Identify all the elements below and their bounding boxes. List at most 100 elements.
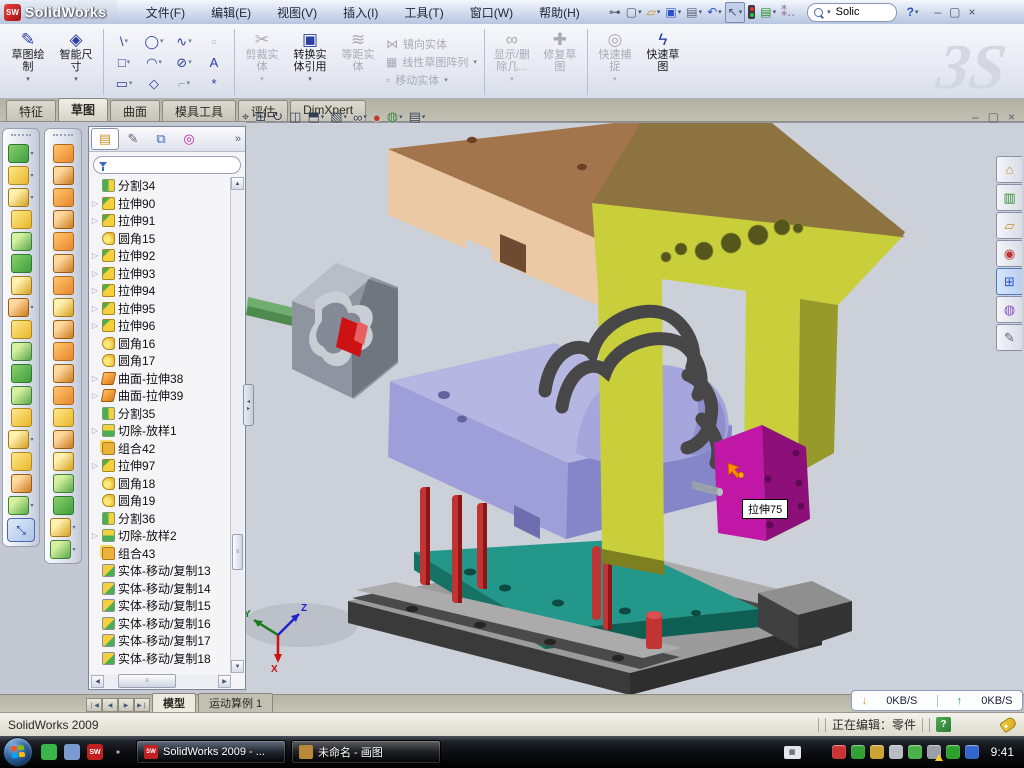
display-style-button[interactable]: ▧▾ <box>330 109 347 125</box>
tree-item[interactable]: 实体-移动/复制14 <box>91 580 231 598</box>
tree-item[interactable]: 分割36 <box>91 510 231 528</box>
first-tab-button[interactable]: ❘◀ <box>86 698 102 712</box>
new-document-button[interactable]: ▢▾ <box>624 3 644 22</box>
tree-item[interactable]: 实体-移动/复制15 <box>91 597 231 615</box>
model-tab-运动算例 1[interactable]: 运动算例 1 <box>198 693 273 712</box>
search-box[interactable]: ▾ <box>807 3 897 22</box>
display-delete-relations-button[interactable]: ∞显示/删除几...▾ <box>489 27 535 97</box>
featuremanager-tab[interactable]: ▤ <box>91 128 119 150</box>
part-core-insert[interactable] <box>246 263 398 399</box>
restore-button[interactable]: ▢ <box>949 5 960 19</box>
tree-item[interactable]: ▷切除-放样2 <box>91 527 231 545</box>
tree-item[interactable]: ▷拉伸96 <box>91 317 231 335</box>
expand-arrow-icon[interactable]: ▷ <box>91 251 99 260</box>
scroll-thumb[interactable]: ≡ <box>118 674 176 688</box>
lofted-surface-icon[interactable] <box>53 144 74 163</box>
appearances-scenes-tab[interactable]: ◍ <box>996 296 1022 323</box>
tree-item[interactable]: 实体-移动/复制16 <box>91 615 231 633</box>
box-select-button[interactable]: ▫ <box>199 31 229 52</box>
sketch-button[interactable]: ✎草图绘制▾ <box>5 27 51 97</box>
toolbox-button[interactable]: ⁑‥ <box>779 3 797 22</box>
spline-curve-icon[interactable] <box>8 496 29 515</box>
design-library-tab[interactable]: ▥ <box>996 184 1022 211</box>
reference-axis-icon[interactable] <box>11 474 32 493</box>
tag-icon[interactable] <box>999 716 1018 734</box>
undo-button[interactable]: ↶▾ <box>705 3 724 22</box>
doc-minimize-button[interactable]: – <box>972 110 979 124</box>
zoom-to-area-button[interactable]: ⊞ <box>255 109 266 125</box>
view-settings-button[interactable]: ▤▾ <box>409 109 426 125</box>
tree-item[interactable]: ▷曲面-拉伸39 <box>91 387 231 405</box>
menu-item[interactable]: 窗口(W) <box>457 0 526 24</box>
next-tab-button[interactable]: ▶ <box>118 698 134 712</box>
combine-bodies-icon[interactable] <box>11 386 32 405</box>
tree-item[interactable]: ▷拉伸95 <box>91 300 231 318</box>
menu-item[interactable]: 视图(V) <box>264 0 330 24</box>
model-tab-模型[interactable]: 模型 <box>152 693 196 712</box>
tree-item[interactable]: ▷拉伸92 <box>91 247 231 265</box>
trim-surface-icon[interactable] <box>53 188 74 207</box>
delete-face-icon[interactable] <box>53 342 74 361</box>
network-warning-icon[interactable] <box>927 745 941 759</box>
planar-surface-icon[interactable] <box>53 254 74 273</box>
solidworks-forum-tab[interactable]: ◉ <box>996 240 1022 267</box>
parting-surface-icon[interactable] <box>53 430 74 449</box>
shut-off-surface-icon[interactable] <box>53 408 74 427</box>
sync-status-icon[interactable] <box>908 745 922 759</box>
tree-item[interactable]: 实体-移动/复制13 <box>91 562 231 580</box>
propertymanager-tab[interactable]: ✎ <box>119 128 147 150</box>
smart-dimension-button[interactable]: ◈智能尺寸▾ <box>53 27 99 97</box>
pin-button[interactable]: ⊶ <box>607 3 623 22</box>
freeform-icon[interactable] <box>50 518 71 537</box>
quick-tips-button[interactable]: ? <box>936 717 951 732</box>
task-button[interactable]: 未命名 - 画图 <box>291 740 441 764</box>
open-document-button[interactable]: ▱▾ <box>645 3 663 22</box>
minimize-button[interactable]: – <box>934 5 941 19</box>
scroll-up-button[interactable]: ▲ <box>231 177 244 190</box>
menu-item[interactable]: 帮助(H) <box>526 0 593 24</box>
swept-boss-icon[interactable] <box>11 232 32 251</box>
save-button[interactable]: ▣▾ <box>663 3 683 22</box>
search-input[interactable] <box>834 5 890 19</box>
chamfer-icon[interactable] <box>11 254 32 273</box>
last-tab-button[interactable]: ▶❘ <box>134 698 150 712</box>
scroll-thumb[interactable]: ≡ <box>232 534 243 570</box>
curve-icon[interactable] <box>8 430 29 449</box>
filled-surface-icon[interactable] <box>53 232 74 251</box>
custom-properties-tab[interactable]: ✎ <box>996 324 1022 351</box>
quick-snaps-button[interactable]: ◎快速捕捉▾ <box>592 27 638 97</box>
ruled-surface-icon[interactable] <box>53 298 74 317</box>
scroll-left-button[interactable]: ◀ <box>91 675 104 688</box>
tree-item[interactable]: 分割34 <box>91 177 231 195</box>
scroll-down-button[interactable]: ▼ <box>231 660 244 673</box>
expand-arrow-icon[interactable]: ▷ <box>91 391 99 400</box>
tree-item[interactable]: 实体-移动/复制18 <box>91 650 231 668</box>
sketch-fillet-button[interactable]: ⌐▾ <box>169 73 199 94</box>
dome-icon[interactable] <box>53 496 74 515</box>
menu-item[interactable]: 文件(F) <box>133 0 198 24</box>
line-button[interactable]: \▾ <box>109 31 139 52</box>
close-button[interactable]: × <box>969 5 976 19</box>
tree-item[interactable]: ▷拉伸90 <box>91 195 231 213</box>
zoom-to-fit-button[interactable]: ⌖ <box>242 109 249 125</box>
tab-特征[interactable]: 特征 <box>6 100 56 121</box>
knit-surface-icon[interactable] <box>53 320 74 339</box>
revolved-surface-icon[interactable] <box>53 166 74 185</box>
expand-arrow-icon[interactable]: ▷ <box>91 426 99 435</box>
tree-item[interactable]: 组合43 <box>91 545 231 563</box>
menu-item[interactable]: 插入(I) <box>330 0 391 24</box>
parting-line-icon[interactable] <box>53 386 74 405</box>
messenger-status-icon[interactable] <box>965 745 979 759</box>
polygon-button[interactable]: ◇ <box>139 73 169 94</box>
move-entities-button[interactable]: ▫移动实体▾ <box>386 72 477 88</box>
tab-模具工具[interactable]: 模具工具 <box>162 100 236 121</box>
arc-button[interactable]: ◠▾ <box>139 52 169 73</box>
expand-arrow-icon[interactable]: ▷ <box>91 216 99 225</box>
expand-arrow-icon[interactable]: ▷ <box>91 269 99 278</box>
expand-arrow-icon[interactable]: ▷ <box>91 461 99 470</box>
tree-item[interactable]: 圆角16 <box>91 335 231 353</box>
expand-arrow-icon[interactable]: ▷ <box>91 374 99 383</box>
update-badge-icon[interactable] <box>870 745 884 759</box>
draft-icon[interactable] <box>11 276 32 295</box>
menu-item[interactable]: 编辑(E) <box>198 0 264 24</box>
